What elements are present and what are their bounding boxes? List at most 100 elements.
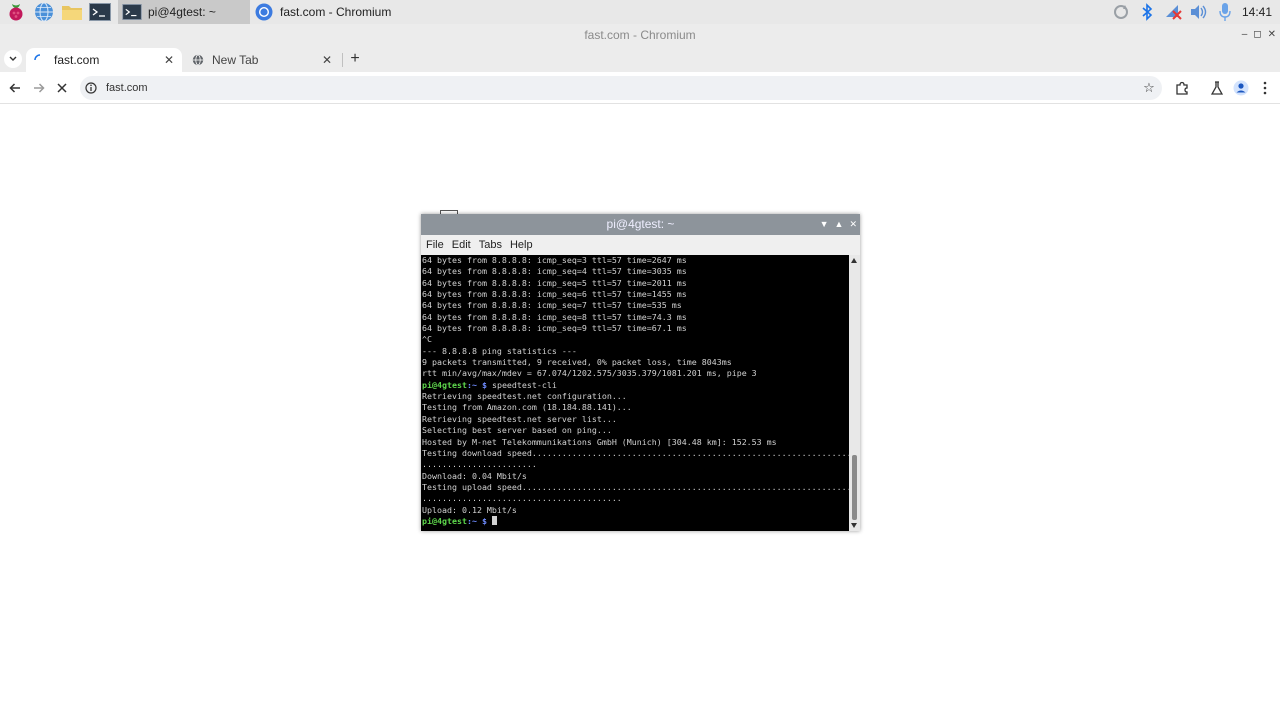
terminal-line: 9 packets transmitted, 9 received, 0% pa… [422,357,849,368]
terminal-line-text: rtt min/avg/max/mdev = 67.074/1202.575/3… [422,368,757,379]
terminal-line-text: 64 bytes from 8.8.8.8: icmp_seq=9 ttl=57… [422,323,687,334]
terminal-line: Upload: 0.12 Mbit/s [422,505,849,516]
scroll-down-icon[interactable] [851,523,857,528]
terminal-line: ........................................ [422,493,849,504]
terminal-line-text: 64 bytes from 8.8.8.8: icmp_seq=6 ttl=57… [422,289,687,300]
prompt-path: :~ $ [466,515,487,526]
terminal-line-text: speedtest-cli [486,379,557,390]
raspberry-menu-icon[interactable] [4,0,28,24]
volume-icon[interactable] [1186,0,1212,24]
menu-file[interactable]: File [426,239,444,251]
globe-icon [192,54,204,66]
bookmark-star-icon[interactable]: ☆ [1140,79,1158,97]
tab-search-button[interactable] [4,50,22,68]
terminal-menu-bar: File Edit Tabs Help [421,235,860,255]
window-title: fast.com - Chromium [584,28,696,42]
close-icon[interactable]: ✕ [849,214,857,235]
terminal-line: Retrieving speedtest.net configuration..… [422,391,849,402]
prompt-user: pi@4gtest [422,379,467,390]
close-tab-icon[interactable]: ✕ [322,53,332,67]
terminal-line-text: Testing download speed..................… [422,447,849,458]
terminal-line-text: Retrieving speedtest.net server list... [422,413,617,424]
terminal-line-text: Upload: 0.12 Mbit/s [422,504,517,515]
address-bar[interactable]: ☆ [80,76,1162,100]
arrow-right-icon [34,83,45,93]
maximize-icon[interactable]: ▲ [835,214,844,235]
tab-fast-com[interactable]: fast.com ✕ [26,48,182,72]
terminal-line-text: Download: 0.04 Mbit/s [422,470,527,481]
window-controls: – ◻ ✕ [1242,24,1276,46]
minimize-icon[interactable]: – [1242,24,1248,46]
terminal-title: pi@4gtest: ~ [606,217,675,231]
terminal-line-text: Testing upload speed....................… [422,481,849,492]
terminal-line-text: 64 bytes from 8.8.8.8: icmp_seq=5 ttl=57… [422,277,687,288]
loading-spinner-icon [34,54,46,66]
terminal-line-text: 64 bytes from 8.8.8.8: icmp_seq=8 ttl=57… [422,311,687,322]
scrollbar-thumb[interactable] [852,455,857,520]
terminal-line: Hosted by M-net Telekommunikations GmbH … [422,437,849,448]
terminal-line: 64 bytes from 8.8.8.8: icmp_seq=6 ttl=57… [422,289,849,300]
scroll-up-icon[interactable] [851,258,857,263]
arrow-left-icon [9,83,20,93]
terminal-line-text: 9 packets transmitted, 9 received, 0% pa… [422,357,732,368]
terminal-line: ....................... [422,459,849,470]
profile-avatar-icon[interactable] [1231,78,1251,98]
terminal-window-controls: ▼ ▲ ✕ [820,214,857,235]
taskbar-task-terminal[interactable]: pi@4gtest: ~ [118,0,250,24]
close-tab-icon[interactable]: ✕ [164,53,174,67]
terminal-cursor [491,515,497,525]
tab-label: fast.com [54,53,100,67]
info-icon[interactable] [84,81,98,95]
terminal-line-text: ....................... [422,459,537,470]
taskbar-task-label: pi@4gtest: ~ [148,5,216,19]
minimize-icon[interactable]: ▼ [820,214,829,235]
chevron-down-icon [9,56,17,61]
terminal-window[interactable]: pi@4gtest: ~ ▼ ▲ ✕ File Edit Tabs Help 6… [421,214,860,531]
terminal-line: Retrieving speedtest.net server list... [422,414,849,425]
taskbar-task-chromium[interactable]: fast.com - Chromium [250,0,397,24]
forward-button[interactable] [29,78,49,98]
new-tab-button[interactable]: + [346,49,364,69]
taskbar-task-label: fast.com - Chromium [280,5,392,19]
tab-new-tab[interactable]: New Tab ✕ [184,48,340,72]
sync-icon[interactable] [1108,0,1134,24]
back-button[interactable] [5,78,25,98]
clock[interactable]: 14:41 [1242,5,1272,19]
terminal-output[interactable]: 64 bytes from 8.8.8.8: icmp_seq=3 ttl=57… [421,255,849,531]
terminal-line-text: Hosted by M-net Telekommunikations GmbH … [422,436,777,447]
url-input[interactable] [106,82,1006,94]
system-tray: 14:41 [1108,0,1280,24]
menu-help[interactable]: Help [510,239,533,251]
maximize-icon[interactable]: ◻ [1253,24,1261,46]
terminal-line: 64 bytes from 8.8.8.8: icmp_seq=3 ttl=57… [422,255,849,266]
menu-tabs[interactable]: Tabs [479,239,502,251]
network-disconnected-icon[interactable] [1160,0,1186,24]
taskbar: pi@4gtest: ~ fast.com - Chromium 14:41 [0,0,1280,24]
tab-separator [342,53,343,67]
menu-edit[interactable]: Edit [452,239,471,251]
terminal-line: 64 bytes from 8.8.8.8: icmp_seq=5 ttl=57… [422,278,849,289]
terminal-icon[interactable] [88,0,112,24]
terminal-line: 64 bytes from 8.8.8.8: icmp_seq=4 ttl=57… [422,266,849,277]
terminal-line: rtt min/avg/max/mdev = 67.074/1202.575/3… [422,368,849,379]
prompt-user: pi@4gtest [422,515,467,526]
terminal-title-bar[interactable]: pi@4gtest: ~ ▼ ▲ ✕ [421,214,860,235]
terminal-line: 64 bytes from 8.8.8.8: icmp_seq=7 ttl=57… [422,300,849,311]
extensions-puzzle-icon[interactable] [1172,78,1192,98]
terminal-line: Testing upload speed....................… [422,482,849,493]
labs-flask-icon[interactable] [1207,78,1227,98]
microphone-icon[interactable] [1212,0,1238,24]
stop-loading-button[interactable] [52,78,72,98]
terminal-line: Selecting best server based on ping... [422,425,849,436]
prompt-path: :~ $ [466,379,487,390]
browser-title-bar[interactable]: fast.com - Chromium – ◻ ✕ [0,24,1280,46]
terminal-line-text: Testing from Amazon.com (18.184.88.141).… [422,402,632,413]
browser-globe-icon[interactable] [32,0,56,24]
terminal-scrollbar[interactable] [849,255,860,531]
terminal-line-text: Selecting best server based on ping... [422,425,612,436]
file-manager-folder-icon[interactable] [60,0,84,24]
more-menu-icon[interactable] [1255,78,1275,98]
terminal-line: 64 bytes from 8.8.8.8: icmp_seq=8 ttl=57… [422,312,849,323]
bluetooth-icon[interactable] [1134,0,1160,24]
close-icon[interactable]: ✕ [1268,24,1276,46]
